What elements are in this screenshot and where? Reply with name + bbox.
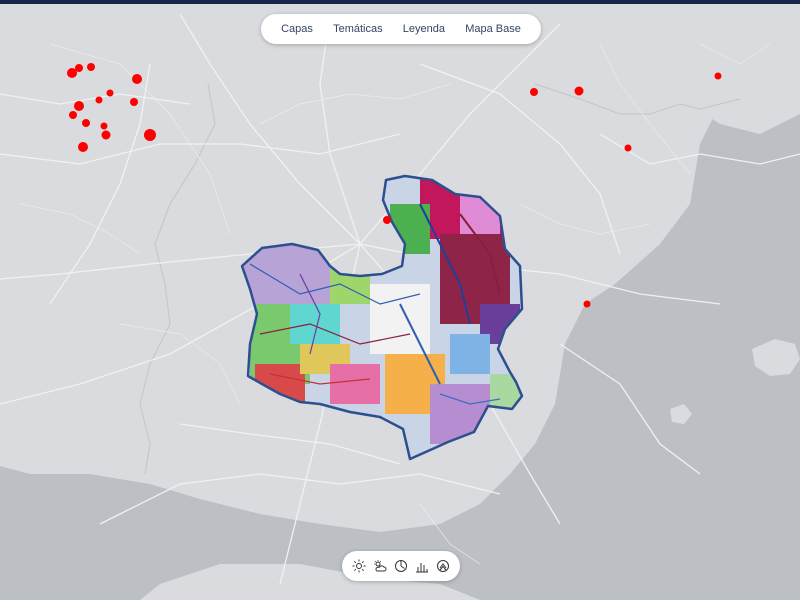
map-marker[interactable]	[583, 300, 591, 308]
map-marker[interactable]	[130, 98, 138, 106]
map-marker[interactable]	[144, 129, 156, 141]
map-marker[interactable]	[87, 63, 95, 71]
map-marker[interactable]	[383, 216, 391, 224]
sun-button[interactable]	[350, 557, 368, 575]
menu-item-tematicas[interactable]: Temáticas	[333, 23, 383, 35]
map-canvas[interactable]	[0, 4, 800, 600]
map-marker[interactable]	[132, 74, 142, 84]
map-marker[interactable]	[101, 130, 111, 140]
map-marker[interactable]	[106, 89, 114, 97]
main-menu-bar: Capas Temáticas Leyenda Mapa Base	[261, 14, 541, 44]
map-marker[interactable]	[74, 101, 84, 111]
map-svg[interactable]	[0, 4, 800, 600]
gauge-button[interactable]	[392, 557, 410, 575]
map-marker[interactable]	[82, 119, 90, 127]
cloud-sun-icon	[373, 560, 387, 572]
map-marker[interactable]	[574, 86, 584, 96]
map-marker[interactable]	[714, 72, 722, 80]
map-marker[interactable]	[530, 88, 538, 96]
menu-item-capas[interactable]: Capas	[281, 23, 313, 35]
sun-icon	[352, 559, 366, 573]
map-marker[interactable]	[100, 122, 108, 130]
map-marker[interactable]	[75, 64, 83, 72]
layers-icon	[437, 560, 450, 572]
cloud-sun-button[interactable]	[371, 557, 389, 575]
bar-chart-button[interactable]	[413, 557, 431, 575]
layers-button[interactable]	[434, 557, 452, 575]
bottom-toolbar	[342, 551, 460, 581]
menu-item-mapa-base[interactable]: Mapa Base	[465, 23, 521, 35]
map-marker[interactable]	[624, 144, 632, 152]
bar-chart-icon	[416, 563, 429, 573]
map-marker[interactable]	[69, 111, 77, 119]
menu-item-leyenda[interactable]: Leyenda	[403, 23, 445, 35]
gauge-icon	[394, 560, 407, 572]
map-marker[interactable]	[95, 96, 103, 104]
map-marker[interactable]	[78, 142, 88, 152]
